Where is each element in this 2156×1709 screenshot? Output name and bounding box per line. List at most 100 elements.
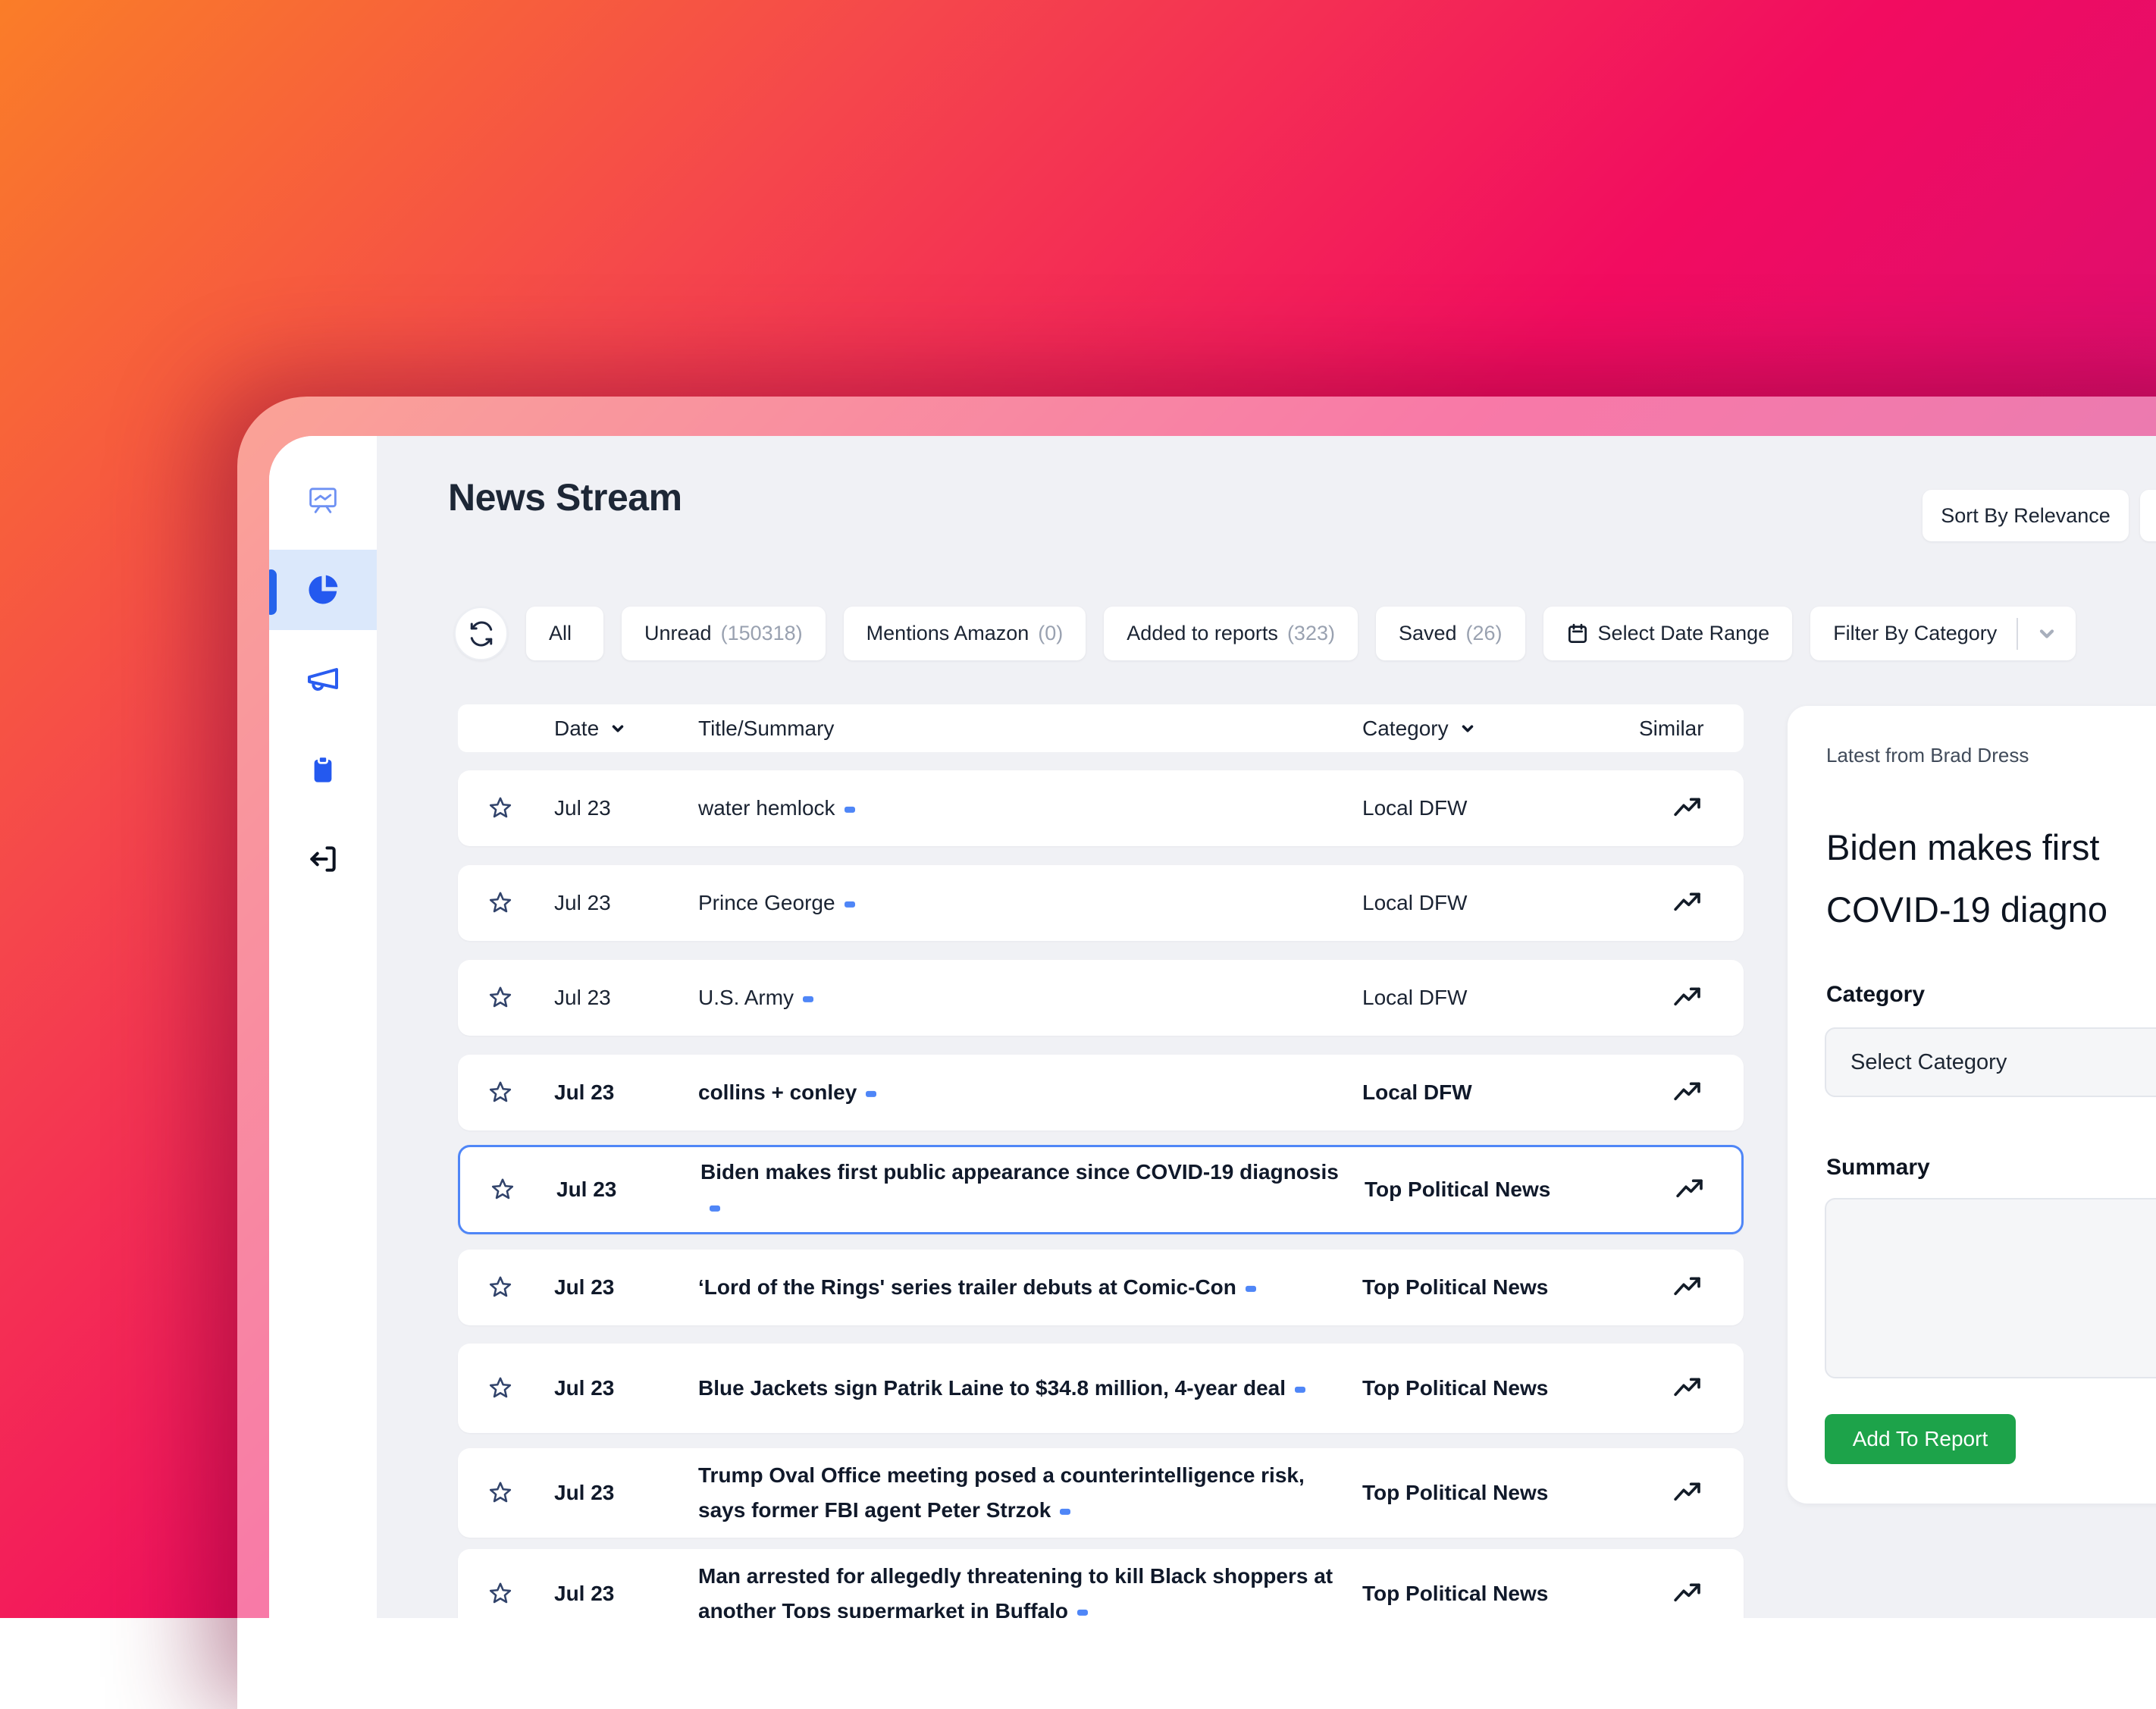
news-row[interactable]: Jul 23 Blue Jackets sign Patrik Laine to… <box>458 1344 1744 1433</box>
trending-up-icon[interactable] <box>1672 1174 1708 1205</box>
star-icon[interactable] <box>484 1580 517 1607</box>
unread-marker <box>710 1206 720 1212</box>
category-label: Category <box>1826 982 1925 1008</box>
news-row[interactable]: Jul 23 collins + conley Local DFW <box>458 1055 1744 1130</box>
row-category: Local DFW <box>1362 1080 1635 1105</box>
row-category: Local DFW <box>1362 891 1635 915</box>
news-row[interactable]: Jul 23 Trump Oval Office meeting posed a… <box>458 1448 1744 1538</box>
star-icon[interactable] <box>486 1176 519 1203</box>
news-row-selected[interactable]: Jul 23 Biden makes first public appearan… <box>458 1145 1744 1234</box>
row-title: ‘Lord of the Rings' series trailer debut… <box>698 1270 1347 1305</box>
filter-count: (0) <box>1038 622 1063 645</box>
row-title: Biden makes first public appearance sinc… <box>700 1155 1349 1225</box>
row-category: Top Political News <box>1362 1481 1635 1505</box>
megaphone-icon <box>305 660 341 697</box>
article-source: Latest from Brad Dress <box>1826 744 2029 767</box>
row-date: Jul 23 <box>554 891 611 915</box>
trending-up-icon[interactable] <box>1669 888 1706 918</box>
row-title: water hemlock <box>698 791 1347 826</box>
unread-marker <box>866 1091 876 1097</box>
star-icon[interactable] <box>484 1479 517 1507</box>
article-headline: Biden makes first COVID-19 diagno <box>1826 817 2107 941</box>
filter-label: Saved <box>1399 622 1457 645</box>
sidebar-item-logout[interactable] <box>269 819 377 899</box>
filter-label: All <box>549 622 572 645</box>
sort-button-label: Sort By Relevance <box>1941 504 2111 528</box>
category-select[interactable]: Select Category <box>1825 1027 2156 1097</box>
filter-bar: All Unread (150318) Mentions Amazon (0) … <box>454 607 2076 660</box>
trending-up-icon[interactable] <box>1669 1478 1706 1508</box>
partial-button[interactable] <box>2140 490 2156 541</box>
trending-up-icon[interactable] <box>1669 793 1706 823</box>
row-title: Blue Jackets sign Patrik Laine to $34.8 … <box>698 1371 1347 1406</box>
star-icon[interactable] <box>484 889 517 917</box>
filter-saved[interactable]: Saved (26) <box>1376 607 1525 660</box>
column-label: Title/Summary <box>698 717 834 741</box>
filter-by-category-dropdown[interactable]: Filter By Category <box>1810 607 2076 660</box>
filter-added-to-reports[interactable]: Added to reports (323) <box>1104 607 1358 660</box>
date-range-label: Select Date Range <box>1598 622 1770 645</box>
unread-marker <box>845 807 855 813</box>
divider <box>2017 618 2018 650</box>
unread-marker <box>1246 1286 1256 1292</box>
sidebar-item-reports[interactable] <box>269 729 377 810</box>
sidebar-item-dashboard[interactable] <box>269 459 377 540</box>
logout-icon <box>306 842 340 876</box>
summary-label: Summary <box>1826 1155 1930 1181</box>
summary-textarea[interactable] <box>1825 1198 2156 1378</box>
news-row[interactable]: Jul 23 water hemlock Local DFW <box>458 770 1744 846</box>
star-icon[interactable] <box>484 795 517 822</box>
row-date: Jul 23 <box>554 1080 614 1105</box>
select-date-range-button[interactable]: Select Date Range <box>1543 607 1793 660</box>
trending-up-icon[interactable] <box>1669 1272 1706 1303</box>
row-date: Jul 23 <box>554 1582 614 1606</box>
presentation-chart-icon <box>305 481 341 518</box>
filter-unread[interactable]: Unread (150318) <box>622 607 826 660</box>
star-icon[interactable] <box>484 1079 517 1106</box>
sidebar-item-campaigns[interactable] <box>269 638 377 719</box>
row-date: Jul 23 <box>554 796 611 820</box>
column-category[interactable]: Category <box>1362 717 1476 741</box>
news-row[interactable]: Jul 23 Prince George Local DFW <box>458 865 1744 941</box>
filter-count: (323) <box>1287 622 1335 645</box>
row-category: Top Political News <box>1362 1275 1635 1300</box>
refresh-button[interactable] <box>454 607 508 660</box>
row-category: Top Political News <box>1362 1376 1635 1400</box>
star-icon[interactable] <box>484 984 517 1011</box>
star-icon[interactable] <box>484 1274 517 1301</box>
pie-chart-icon <box>305 572 341 608</box>
row-date: Jul 23 <box>554 1481 614 1505</box>
sort-by-relevance-button[interactable]: Sort By Relevance <box>1923 490 2129 541</box>
filter-mentions-amazon[interactable]: Mentions Amazon (0) <box>844 607 1086 660</box>
news-row[interactable]: Jul 23 ‘Lord of the Rings' series traile… <box>458 1250 1744 1325</box>
add-to-report-button[interactable]: Add To Report <box>1825 1414 2016 1464</box>
column-label: Similar <box>1639 717 1704 741</box>
star-icon[interactable] <box>484 1375 517 1402</box>
row-date: Jul 23 <box>554 1376 614 1400</box>
row-title: Prince George <box>698 886 1347 920</box>
column-date[interactable]: Date <box>554 717 626 741</box>
column-label: Category <box>1362 717 1449 741</box>
news-row[interactable]: Jul 23 U.S. Army Local DFW <box>458 960 1744 1036</box>
headline-line: COVID-19 diagno <box>1826 879 2107 941</box>
trending-up-icon[interactable] <box>1669 983 1706 1013</box>
row-title: collins + conley <box>698 1075 1347 1110</box>
filter-label: Mentions Amazon <box>866 622 1029 645</box>
table-header: Date Title/Summary Category Similar <box>458 704 1744 752</box>
unread-marker <box>845 902 855 908</box>
article-detail-panel: Latest from Brad Dress Biden makes first… <box>1788 706 2156 1504</box>
row-date: Jul 23 <box>554 1275 614 1300</box>
page-title: News Stream <box>448 475 682 519</box>
sidebar-item-news-stream[interactable] <box>269 550 377 630</box>
clipboard-icon <box>307 754 339 786</box>
unread-marker <box>1077 1610 1088 1616</box>
filter-all[interactable]: All <box>526 607 603 660</box>
filter-count: (26) <box>1466 622 1503 645</box>
trending-up-icon[interactable] <box>1669 1373 1706 1403</box>
trending-up-icon[interactable] <box>1669 1579 1706 1609</box>
news-row[interactable]: Jul 23 Man arrested for allegedly threat… <box>458 1549 1744 1618</box>
main-content: News Stream Sort By Relevance All <box>377 436 2156 1618</box>
chevron-down-icon <box>1459 720 1476 737</box>
row-category: Local DFW <box>1362 796 1635 820</box>
trending-up-icon[interactable] <box>1669 1077 1706 1108</box>
